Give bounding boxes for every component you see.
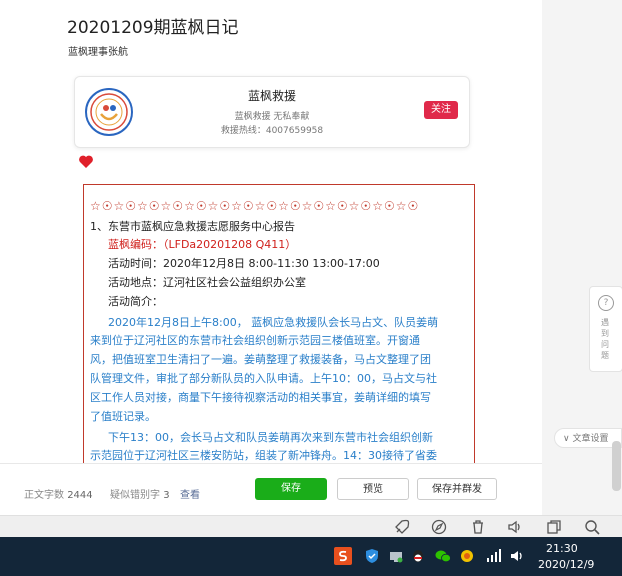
body-line-7: 来到位于辽河社区的东营市社会组织创新示范园三楼值班室。开窗通 xyxy=(90,334,420,347)
heart-icon xyxy=(78,154,94,169)
speaker-icon[interactable] xyxy=(506,518,524,536)
body-line-6: 2020年12月8日上午8:00， 蓝枫应急救援队会长马占文、队员姜萌 xyxy=(108,316,439,329)
body-line-10: 区工作人员对接，商量下午接待视察活动的相关事宜，姜萌详细的填写 xyxy=(90,391,431,404)
typo-count: 疑似错别字 3 xyxy=(110,486,170,501)
body-line-2: 蓝枫编码：（LFDa20201208 Q411） xyxy=(108,238,297,251)
doc-settings-label: 文章设置 xyxy=(572,434,609,444)
taskbar-time[interactable]: 21:30 xyxy=(546,542,578,555)
search-icon[interactable] xyxy=(583,518,601,536)
chevron-down-icon: ∨ xyxy=(563,434,570,444)
compass-icon[interactable] xyxy=(430,518,448,536)
word-count: 正文字数 2444 xyxy=(24,486,93,501)
app-tray-icon[interactable] xyxy=(458,547,476,565)
body-line-8: 风，把值班室卫生清扫了一遍。姜萌整理了救援装备，马占文整理了团 xyxy=(90,353,431,366)
network-device-icon[interactable] xyxy=(387,547,405,565)
body-line-4: 活动地点：辽河社区社会公益组织办公室 xyxy=(108,276,306,289)
signal-icon[interactable] xyxy=(484,547,502,565)
account-card[interactable]: 蓝枫救援 蓝枫救援 无私奉献 救援热线：4007659958 关注 xyxy=(74,76,470,148)
article-title[interactable]: 20201209期蓝枫日记 xyxy=(67,13,239,38)
star-divider: ☆☉☆☉☆☉☆☉☆☉☆☉☆☉☆☉☆☉☆☉☆☉☆☉☆☉☆☉ xyxy=(90,199,420,213)
word-count-label: 正文字数 xyxy=(24,490,64,501)
help-label: 遇到问题 xyxy=(601,318,609,360)
account-name: 蓝枫救援 xyxy=(247,89,296,103)
question-icon: ? xyxy=(598,295,614,311)
article-body[interactable]: ☆☉☆☉☆☉☆☉☆☉☆☉☆☉☆☉☆☉☆☉☆☉☆☉☆☉☆☉ 1、东营市蓝枫应急救援… xyxy=(83,184,475,485)
body-line-3: 活动时间：2020年12月8日 8:00-11:30 13:00-17:00 xyxy=(108,257,380,270)
typo-value: 3 xyxy=(163,490,170,501)
account-phone: 救援热线：4007659958 xyxy=(220,126,324,136)
preview-button[interactable]: 预览 xyxy=(337,478,409,500)
qq-icon[interactable] xyxy=(409,547,427,565)
copy-icon[interactable] xyxy=(545,518,563,536)
scrollbar-thumb[interactable] xyxy=(612,441,621,491)
body-line-5: 活动简介： xyxy=(108,295,163,308)
body-line-9: 队管理文件，审批了部分新队员的入队申请。上午10：00，马占文与社 xyxy=(90,372,437,385)
body-line-12: 下午13：00，会长马占文和队员姜萌再次来到东营市社会组织创新 xyxy=(108,431,433,444)
editor-page: 20201209期蓝枫日记 蓝枫理事张航 蓝枫救援 蓝枫救援 无私奉献 救援热线… xyxy=(0,0,542,515)
shield-icon[interactable] xyxy=(363,547,381,565)
word-count-value: 2444 xyxy=(67,490,93,501)
follow-button[interactable]: 关注 xyxy=(424,101,458,119)
body-line-1: 1、东营市蓝枫应急救援志愿服务中心报告 xyxy=(90,220,295,233)
trash-icon[interactable] xyxy=(469,518,487,536)
save-button[interactable]: 保存 xyxy=(255,478,327,500)
windows-taskbar: 21:30 2020/12/9 xyxy=(0,537,622,576)
save-and-publish-button[interactable]: 保存并群发 xyxy=(417,478,497,500)
wechat-icon[interactable] xyxy=(434,547,452,565)
typo-label: 疑似错别字 xyxy=(110,490,160,501)
taskbar-date[interactable]: 2020/12/9 xyxy=(538,558,594,571)
sogou-input-icon[interactable] xyxy=(334,547,352,565)
volume-icon[interactable] xyxy=(508,547,526,565)
help-widget[interactable]: ? 遇到问题 xyxy=(589,286,622,372)
article-author[interactable]: 蓝枫理事张航 xyxy=(68,43,128,58)
browser-action-row xyxy=(0,515,622,538)
view-typos-link[interactable]: 查看 xyxy=(180,486,200,501)
rocket-icon[interactable] xyxy=(393,518,411,536)
body-line-11: 了值班记录。 xyxy=(90,410,156,423)
account-description: 蓝枫救援 无私奉献 xyxy=(234,112,310,122)
